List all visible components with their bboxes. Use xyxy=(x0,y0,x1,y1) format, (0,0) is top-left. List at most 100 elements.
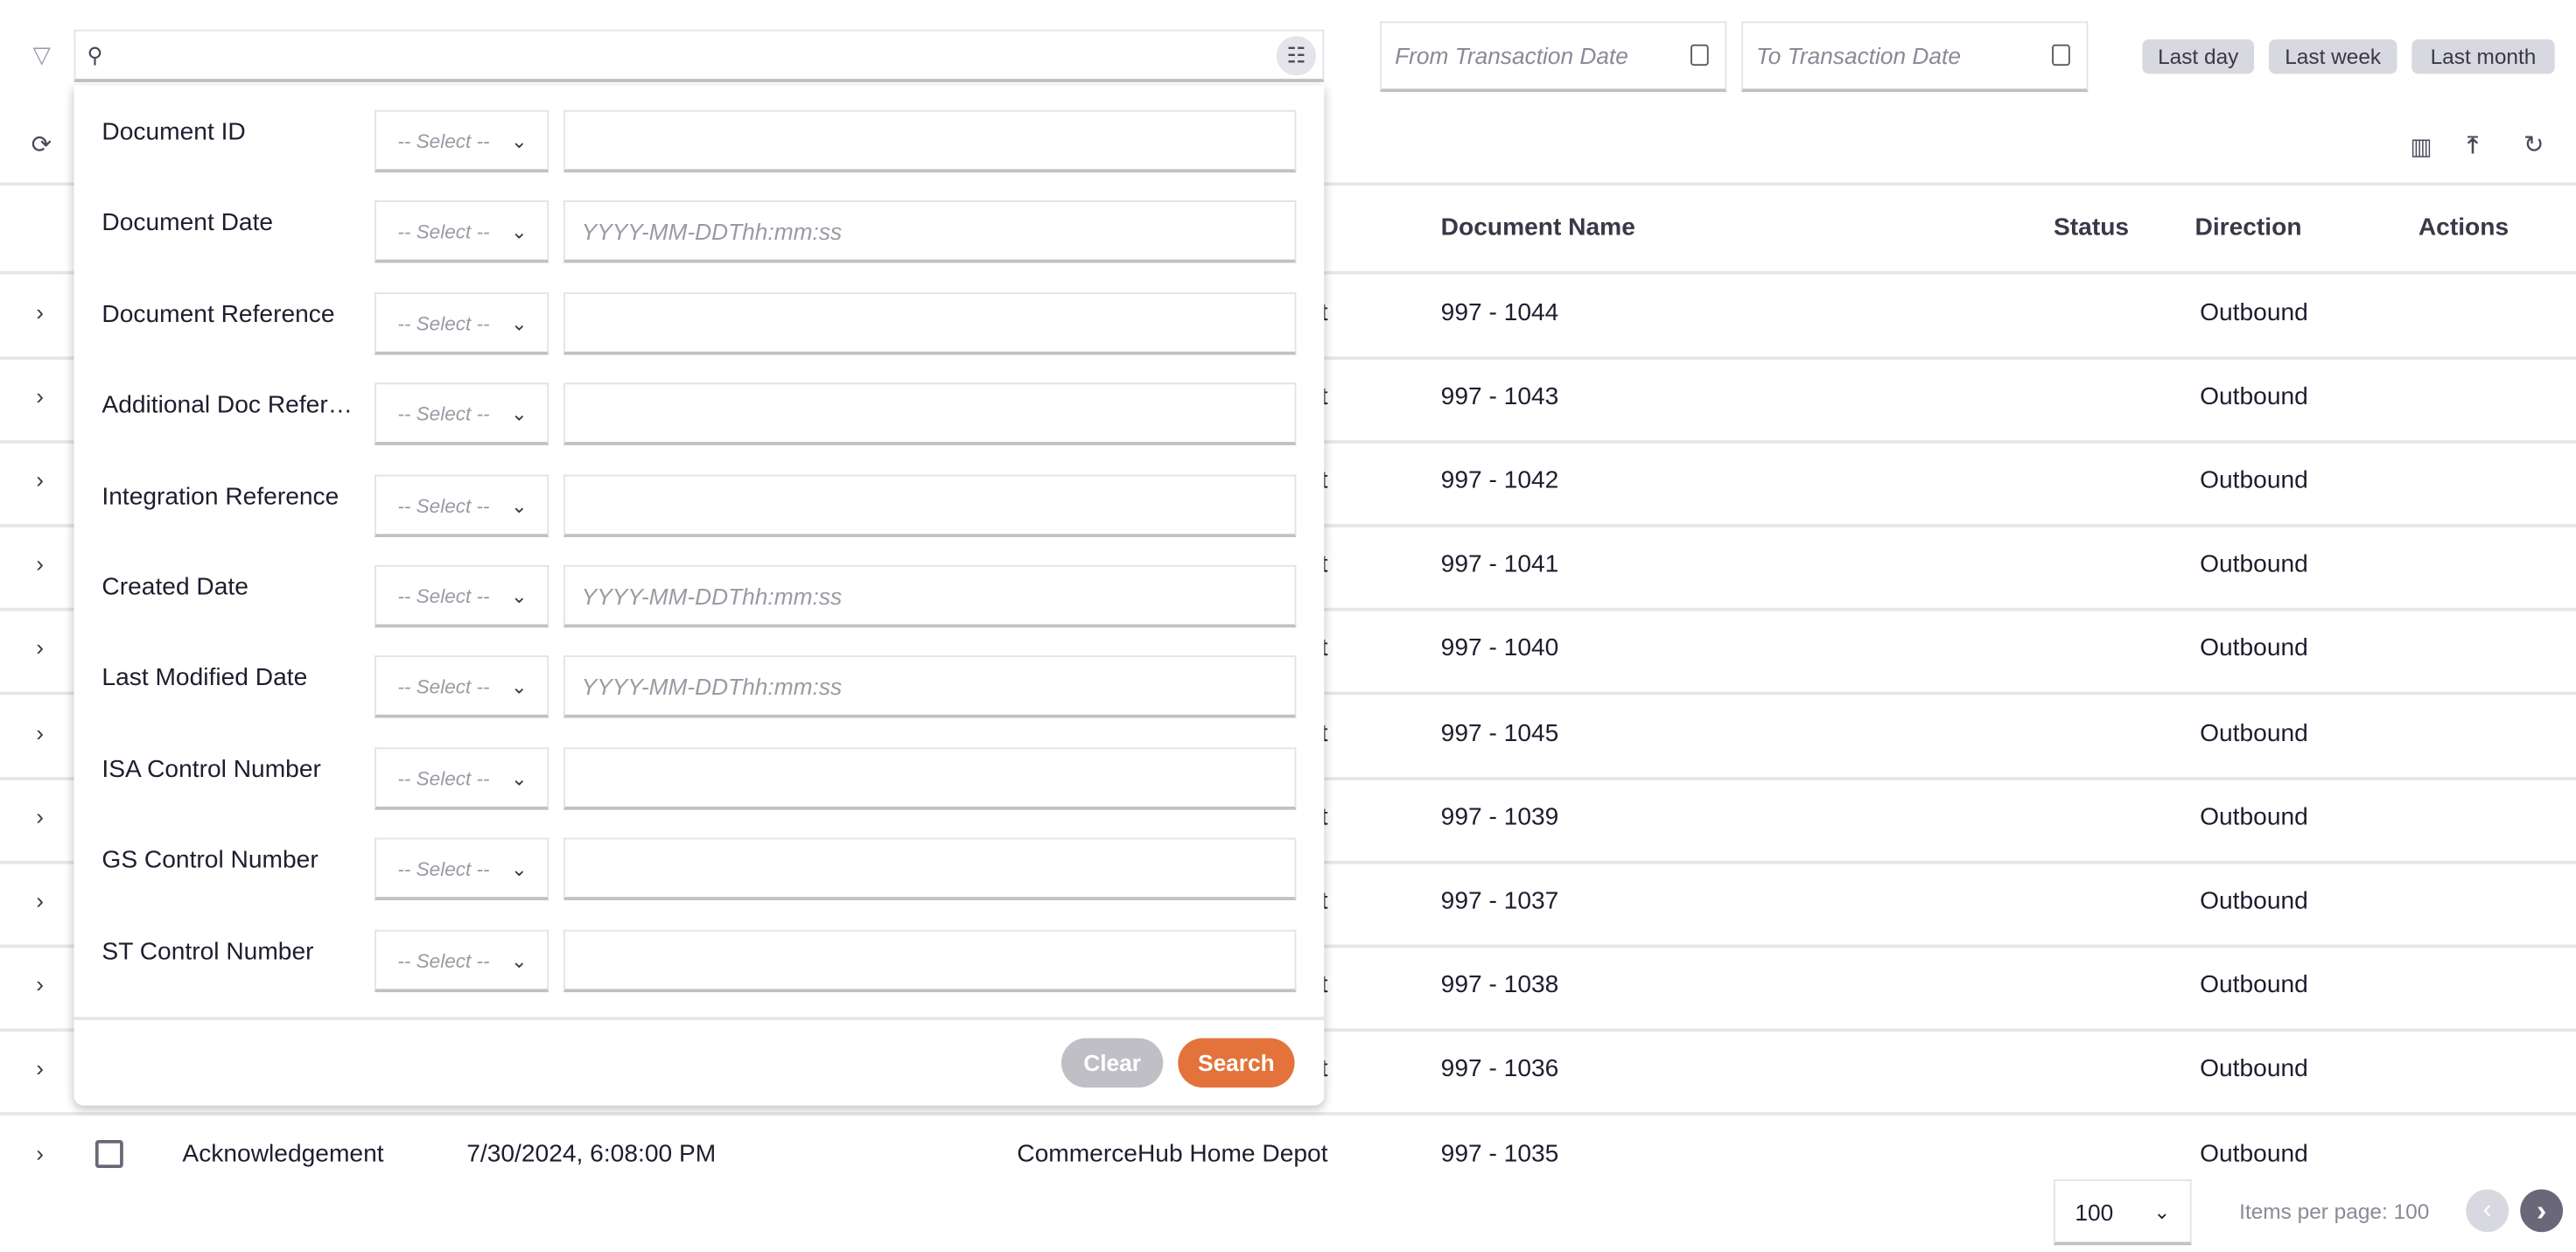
header-direction[interactable]: Direction xyxy=(2194,213,2301,241)
cell-direction: Outbound xyxy=(2200,298,2308,327)
chevron-down-icon: ⌄ xyxy=(510,311,528,335)
cell-direction: Outbound xyxy=(2200,1140,2308,1168)
expand-row-icon[interactable]: › xyxy=(36,634,44,661)
filter-row: Additional Doc Reference -- Select -- ⌄ xyxy=(74,382,1324,449)
filter-row: Last Modified Date -- Select -- ⌄ YYYY-MM… xyxy=(74,655,1324,722)
page-size-select[interactable]: 100 ⌄ xyxy=(2054,1179,2192,1246)
expand-row-icon[interactable]: › xyxy=(36,1054,44,1081)
cell-document-name: 997 - 1042 xyxy=(1440,466,1559,495)
expand-row-icon[interactable]: › xyxy=(36,467,44,493)
filter-row: Document Reference -- Select -- ⌄ xyxy=(74,291,1324,358)
next-page-button[interactable]: › xyxy=(2520,1189,2564,1233)
filter-operator-select[interactable]: -- Select -- ⌄ xyxy=(374,928,550,992)
chevron-down-icon: ⌄ xyxy=(510,766,528,790)
select-placeholder: -- Select -- xyxy=(397,584,490,608)
calendar-icon[interactable] xyxy=(1690,44,1709,66)
select-placeholder: -- Select -- xyxy=(397,766,490,790)
select-placeholder: -- Select -- xyxy=(397,675,490,699)
cell-document-name: 997 - 1043 xyxy=(1440,382,1559,411)
row-checkbox[interactable] xyxy=(94,1140,123,1168)
filter-label: Created Date xyxy=(102,573,248,602)
filter-label: Document Reference xyxy=(102,300,335,329)
select-placeholder: -- Select -- xyxy=(397,220,490,244)
header-document-name[interactable]: Document Name xyxy=(1441,213,1635,241)
select-placeholder: -- Select -- xyxy=(397,311,490,335)
expand-row-icon[interactable]: › xyxy=(36,970,44,997)
filter-operator-select[interactable]: -- Select -- ⌄ xyxy=(374,291,550,355)
filter-value-input[interactable] xyxy=(564,837,1297,901)
cell-document-name: 997 - 1040 xyxy=(1440,634,1559,663)
header-status[interactable]: Status xyxy=(2054,213,2129,241)
filter-operator-select[interactable]: -- Select -- ⌄ xyxy=(374,746,550,810)
expand-row-icon[interactable]: › xyxy=(36,718,44,745)
cell-direction: Outbound xyxy=(2200,802,2308,831)
cell-document-name: 997 - 1044 xyxy=(1440,298,1559,327)
expand-row-icon[interactable]: › xyxy=(36,802,44,829)
clear-button[interactable]: Clear xyxy=(1060,1038,1164,1088)
input-placeholder: YYYY-MM-DDThh:mm:ss xyxy=(581,583,843,610)
search-input[interactable]: ⚲ ☷ xyxy=(74,29,1325,82)
expand-row-icon[interactable]: › xyxy=(36,886,44,913)
to-transaction-date-input[interactable]: To Transaction Date xyxy=(1741,21,2089,93)
filter-label: Document ID xyxy=(102,118,246,147)
cell-document-name: 997 - 1036 xyxy=(1440,1054,1559,1083)
filter-operator-select[interactable]: -- Select -- ⌄ xyxy=(374,109,550,173)
select-placeholder: -- Select -- xyxy=(397,129,490,153)
filter-value-input[interactable] xyxy=(564,109,1297,173)
expand-row-icon[interactable]: › xyxy=(36,1140,44,1166)
filter-value-input[interactable] xyxy=(564,291,1297,355)
cell-partner: CommerceHub Home Depot xyxy=(1017,1140,1328,1168)
chevron-down-icon: ⌄ xyxy=(510,493,528,517)
expand-row-icon[interactable]: › xyxy=(36,551,44,577)
expand-row-icon[interactable]: › xyxy=(36,383,44,409)
filter-value-input[interactable]: YYYY-MM-DDThh:mm:ss xyxy=(564,655,1297,719)
input-placeholder: YYYY-MM-DDThh:mm:ss xyxy=(581,219,843,246)
filter-value-input[interactable] xyxy=(564,928,1297,992)
from-date-placeholder: From Transaction Date xyxy=(1395,42,1628,69)
chevron-down-icon: ⌄ xyxy=(510,220,528,244)
filter-operator-select[interactable]: -- Select -- ⌄ xyxy=(374,382,550,446)
filter-value-input[interactable] xyxy=(564,746,1297,810)
filter-value-input[interactable]: YYYY-MM-DDThh:mm:ss xyxy=(564,564,1297,628)
calendar-icon[interactable] xyxy=(2052,44,2070,66)
from-transaction-date-input[interactable]: From Transaction Date xyxy=(1380,21,1727,93)
cell-document-name: 997 - 1041 xyxy=(1440,550,1559,579)
filter-value-input[interactable]: YYYY-MM-DDThh:mm:ss xyxy=(564,200,1297,264)
filter-label: Document Date xyxy=(102,209,274,238)
last-month-chip[interactable]: Last month xyxy=(2412,39,2555,74)
cell-direction: Outbound xyxy=(2200,550,2308,579)
filter-operator-select[interactable]: -- Select -- ⌄ xyxy=(374,200,550,264)
filter-operator-select[interactable]: -- Select -- ⌄ xyxy=(374,473,550,537)
filter-operator-select[interactable]: -- Select -- ⌄ xyxy=(374,655,550,719)
filter-label: ST Control Number xyxy=(102,937,314,966)
refresh-icon[interactable]: ↻ xyxy=(2524,133,2544,157)
filter-value-input[interactable] xyxy=(564,473,1297,537)
filter-icon[interactable]: ▽ xyxy=(33,43,51,66)
prev-page-button[interactable]: ‹ xyxy=(2466,1189,2510,1233)
filter-label: Integration Reference xyxy=(102,482,340,511)
cell-document-name: 997 - 1045 xyxy=(1440,718,1559,747)
filter-row: GS Control Number -- Select -- ⌄ xyxy=(74,837,1324,904)
to-date-placeholder: To Transaction Date xyxy=(1756,42,1961,69)
select-placeholder: -- Select -- xyxy=(397,493,490,517)
filter-value-input[interactable] xyxy=(564,382,1297,446)
filter-label: GS Control Number xyxy=(102,846,318,875)
filter-operator-select[interactable]: -- Select -- ⌄ xyxy=(374,837,550,901)
last-day-chip[interactable]: Last day xyxy=(2142,39,2255,74)
cell-direction: Outbound xyxy=(2200,718,2308,747)
export-icon[interactable]: ⤒ xyxy=(2468,133,2478,156)
columns-icon[interactable]: ▥ xyxy=(2410,135,2432,157)
filter-operator-select[interactable]: -- Select -- ⌄ xyxy=(374,564,550,628)
filter-row: Created Date -- Select -- ⌄ YYYY-MM-DDThh… xyxy=(74,564,1324,631)
filter-row: Integration Reference -- Select -- ⌄ xyxy=(74,473,1324,540)
expand-row-icon[interactable]: › xyxy=(36,299,44,325)
search-button[interactable]: Search xyxy=(1178,1038,1295,1088)
chevron-down-icon: ⌄ xyxy=(510,402,528,426)
filter-label: Last Modified Date xyxy=(102,664,308,693)
filter-row: Document ID -- Select -- ⌄ xyxy=(74,109,1324,176)
last-week-chip[interactable]: Last week xyxy=(2268,39,2398,74)
sync-icon[interactable]: ⟳ xyxy=(32,133,52,157)
filter-row: ST Control Number -- Select -- ⌄ xyxy=(74,928,1324,995)
advanced-filter-toggle-icon[interactable]: ☷ xyxy=(1276,36,1316,76)
select-placeholder: -- Select -- xyxy=(397,948,490,972)
